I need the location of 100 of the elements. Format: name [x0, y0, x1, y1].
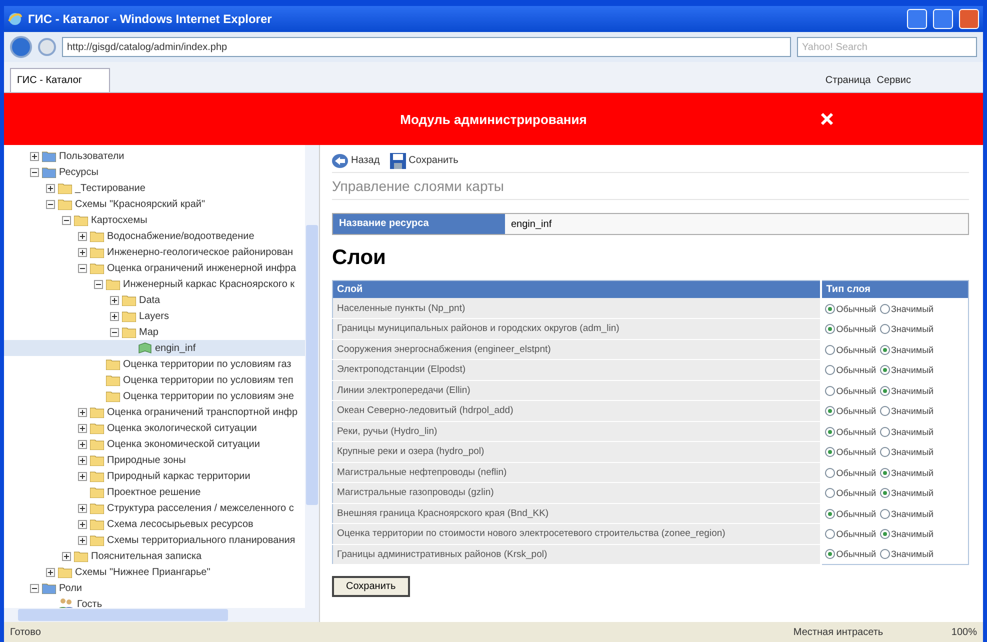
- radio-option[interactable]: Обычный: [825, 344, 876, 355]
- tree-item[interactable]: Инженерно-геологическое районирован: [4, 244, 305, 260]
- save-button[interactable]: Сохранить: [332, 576, 410, 597]
- collapse-icon[interactable]: [78, 264, 87, 272]
- radio-option[interactable]: Обычный: [825, 529, 876, 540]
- tree-item[interactable]: Природный каркас территории: [4, 468, 305, 484]
- tree-item[interactable]: Структура расселения / межселенного с: [4, 500, 305, 516]
- tree-item[interactable]: Оценка территории по условиям теп: [4, 372, 305, 388]
- radio-button[interactable]: [880, 549, 890, 560]
- radio-option[interactable]: Обычный: [825, 426, 876, 437]
- collapse-icon[interactable]: [62, 216, 71, 224]
- radio-option[interactable]: Значимый: [880, 406, 934, 416]
- horizontal-scrollbar[interactable]: [4, 608, 319, 622]
- radio-option[interactable]: Значимый: [880, 447, 934, 458]
- radio-option[interactable]: Значимый: [880, 365, 934, 376]
- tree-item[interactable]: Layers: [4, 308, 305, 324]
- radio-button[interactable]: [825, 508, 836, 519]
- command-menu[interactable]: Сервис: [876, 75, 911, 86]
- tree-item[interactable]: Роли: [4, 580, 305, 596]
- radio-button[interactable]: [825, 386, 836, 396]
- tree-item[interactable]: _Тестирование: [4, 180, 305, 196]
- tree-item[interactable]: Картосхемы: [4, 212, 305, 228]
- tree-item[interactable]: Схемы "Нижнее Приангарье": [4, 564, 305, 580]
- radio-option[interactable]: Обычный: [825, 508, 876, 519]
- tree-item[interactable]: engin_inf: [4, 340, 305, 356]
- radio-button[interactable]: [825, 426, 836, 437]
- forward-button[interactable]: [38, 38, 56, 56]
- expand-icon[interactable]: [78, 520, 87, 528]
- expand-icon[interactable]: [78, 248, 87, 256]
- radio-button[interactable]: [880, 386, 890, 396]
- tree-item[interactable]: Data: [4, 292, 305, 308]
- radio-option[interactable]: Обычный: [825, 488, 876, 498]
- tree-item[interactable]: Схема лесосырьевых ресурсов: [4, 516, 305, 532]
- expand-icon[interactable]: [46, 568, 55, 576]
- expand-icon[interactable]: [46, 184, 55, 192]
- radio-option[interactable]: Значимый: [880, 386, 934, 396]
- expand-icon[interactable]: [78, 424, 87, 432]
- radio-button[interactable]: [825, 549, 836, 560]
- radio-button[interactable]: [880, 529, 890, 540]
- address-field[interactable]: http://gisgd/catalog/admin/index.php: [62, 37, 791, 57]
- vertical-scrollbar[interactable]: [305, 145, 319, 608]
- radio-button[interactable]: [825, 344, 836, 355]
- radio-option[interactable]: Значимый: [880, 488, 934, 498]
- command-menu[interactable]: Страница: [825, 75, 871, 86]
- zoom-level[interactable]: 100%: [951, 626, 977, 638]
- radio-option[interactable]: Значимый: [880, 468, 934, 478]
- expand-icon[interactable]: [62, 552, 71, 560]
- radio-button[interactable]: [880, 304, 890, 314]
- tree-item[interactable]: Схемы территориального планирования: [4, 532, 305, 548]
- radio-button[interactable]: [880, 447, 890, 458]
- radio-option[interactable]: Значимый: [880, 304, 934, 314]
- expand-icon[interactable]: [78, 440, 87, 448]
- tree-item[interactable]: Пояснительная записка: [4, 548, 305, 564]
- tree-item[interactable]: Оценка экономической ситуации: [4, 436, 305, 452]
- radio-button[interactable]: [880, 324, 890, 334]
- radio-button[interactable]: [825, 468, 836, 478]
- expand-icon[interactable]: [30, 152, 39, 160]
- search-field[interactable]: Yahoo! Search: [797, 37, 977, 57]
- tree-item[interactable]: Оценка территории по условиям эне: [4, 388, 305, 404]
- collapse-icon[interactable]: [110, 328, 119, 336]
- radio-option[interactable]: Значимый: [880, 549, 934, 560]
- radio-button[interactable]: [880, 468, 890, 478]
- radio-button[interactable]: [880, 365, 890, 376]
- expand-icon[interactable]: [110, 296, 119, 304]
- tree-item[interactable]: Map: [4, 324, 305, 340]
- radio-option[interactable]: Значимый: [880, 529, 934, 540]
- radio-option[interactable]: Обычный: [825, 549, 876, 560]
- radio-option[interactable]: Обычный: [825, 468, 876, 478]
- radio-option[interactable]: Значимый: [880, 426, 934, 437]
- radio-button[interactable]: [880, 508, 890, 519]
- radio-button[interactable]: [825, 447, 836, 458]
- tree-item[interactable]: Природные зоны: [4, 452, 305, 468]
- radio-button[interactable]: [825, 406, 836, 416]
- expand-icon[interactable]: [110, 312, 119, 320]
- radio-option[interactable]: Значимый: [880, 344, 934, 355]
- radio-option[interactable]: Значимый: [880, 324, 934, 334]
- radio-option[interactable]: Обычный: [825, 304, 876, 314]
- collapse-icon[interactable]: [94, 280, 103, 288]
- radio-option[interactable]: Значимый: [880, 508, 934, 519]
- expand-icon[interactable]: [78, 504, 87, 512]
- radio-button[interactable]: [825, 488, 836, 498]
- radio-button[interactable]: [880, 488, 890, 498]
- radio-option[interactable]: Обычный: [825, 365, 876, 376]
- collapse-icon[interactable]: [46, 200, 55, 208]
- tree-item[interactable]: Пользователи: [4, 148, 305, 164]
- back-button[interactable]: Назад: [332, 154, 380, 168]
- radio-option[interactable]: Обычный: [825, 447, 876, 458]
- expand-icon[interactable]: [78, 232, 87, 240]
- minimize-button[interactable]: [907, 9, 927, 29]
- radio-button[interactable]: [880, 406, 890, 416]
- expand-icon[interactable]: [78, 408, 87, 416]
- tree-item[interactable]: Инженерный каркас Красноярского к: [4, 276, 305, 292]
- radio-button[interactable]: [825, 365, 836, 376]
- tree-item[interactable]: Ресурсы: [4, 164, 305, 180]
- radio-button[interactable]: [825, 324, 836, 334]
- radio-button[interactable]: [880, 426, 890, 437]
- close-icon[interactable]: [820, 112, 834, 126]
- expand-icon[interactable]: [78, 472, 87, 480]
- maximize-button[interactable]: [933, 9, 953, 29]
- save-button[interactable]: Сохранить: [390, 152, 458, 168]
